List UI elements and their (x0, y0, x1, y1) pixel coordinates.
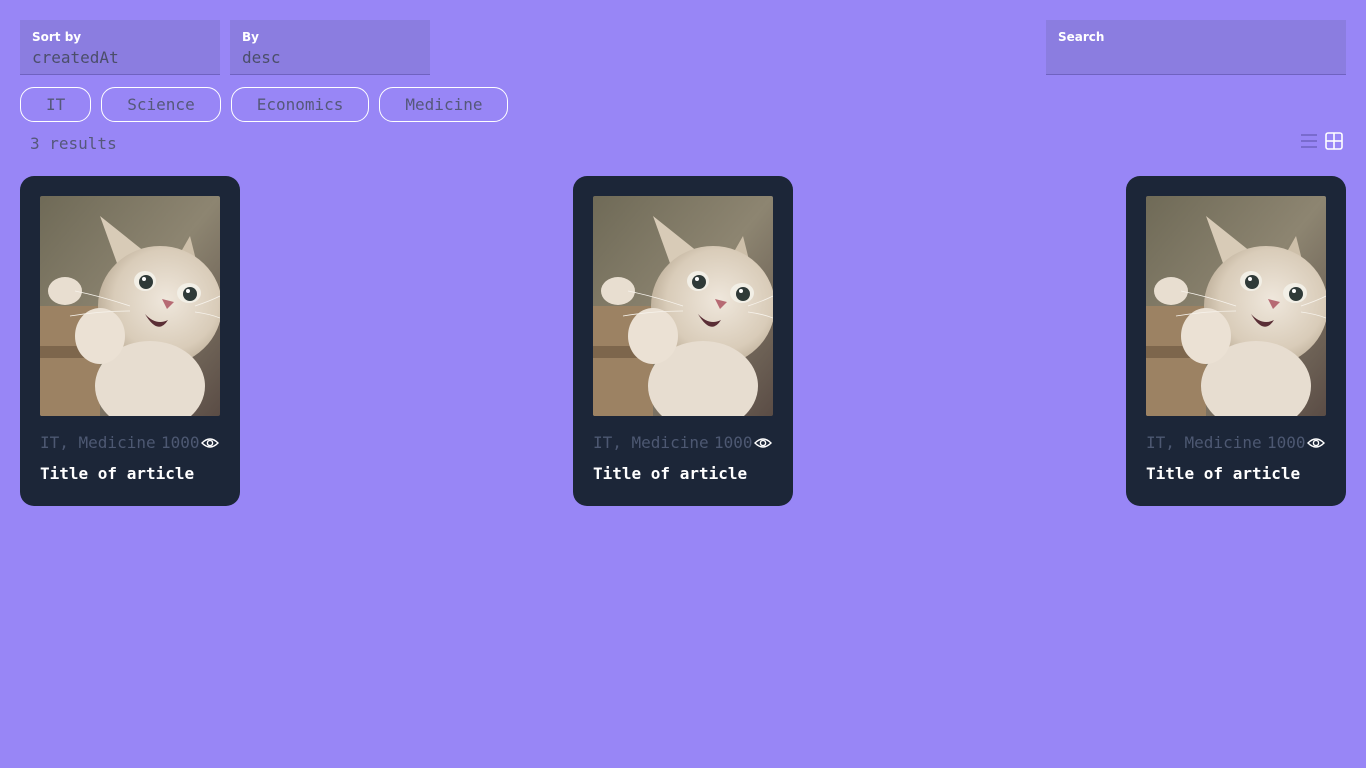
list-icon[interactable] (1300, 132, 1318, 150)
order-select[interactable]: By desc (230, 20, 430, 75)
article-meta: IT, Medicine 1000 (1146, 433, 1326, 453)
article-views: 1000 (1267, 433, 1306, 452)
tab-economics[interactable]: Economics (230, 87, 370, 122)
eye-icon (1307, 438, 1325, 448)
article-tags: IT, Medicine (1146, 433, 1262, 452)
article-tags: IT, Medicine (40, 433, 156, 452)
sort-by-select[interactable]: Sort by createdAt (20, 20, 220, 75)
sort-by-value[interactable]: createdAt (32, 48, 208, 68)
article-views: 1000 (161, 433, 200, 452)
tab-science[interactable]: Science (101, 87, 221, 122)
order-value[interactable]: desc (242, 48, 418, 68)
article-image (593, 196, 773, 416)
article-card[interactable]: IT, Medicine 1000 Title of article (1126, 176, 1346, 506)
article-meta: IT, Medicine 1000 (593, 433, 773, 453)
article-meta: IT, Medicine 1000 (40, 433, 220, 453)
article-tags: IT, Medicine (593, 433, 709, 452)
search-input[interactable] (1058, 48, 1334, 68)
search-field[interactable]: Search (1046, 20, 1346, 75)
results-count: 3 results (30, 134, 117, 153)
article-image (1146, 196, 1326, 416)
article-grid: IT, Medicine 1000 Title of article IT, M… (20, 176, 1346, 506)
eye-icon (754, 438, 772, 448)
article-title: Title of article (1146, 464, 1301, 483)
eye-icon (201, 438, 219, 448)
article-image (40, 196, 220, 416)
tab-medicine[interactable]: Medicine (379, 87, 509, 122)
category-tabs: IT Science Economics Medicine (20, 87, 509, 122)
tab-it[interactable]: IT (20, 87, 92, 122)
article-views: 1000 (714, 433, 753, 452)
article-card[interactable]: IT, Medicine 1000 Title of article (573, 176, 793, 506)
article-title: Title of article (40, 464, 195, 483)
search-label: Search (1058, 30, 1105, 44)
order-label: By (242, 30, 259, 44)
article-title: Title of article (593, 464, 748, 483)
article-card[interactable]: IT, Medicine 1000 Title of article (20, 176, 240, 506)
sort-by-label: Sort by (32, 30, 82, 44)
grid-icon[interactable] (1325, 132, 1343, 150)
view-toggle (1300, 132, 1343, 150)
filter-bar: Sort by createdAt By desc Search (20, 20, 1346, 76)
